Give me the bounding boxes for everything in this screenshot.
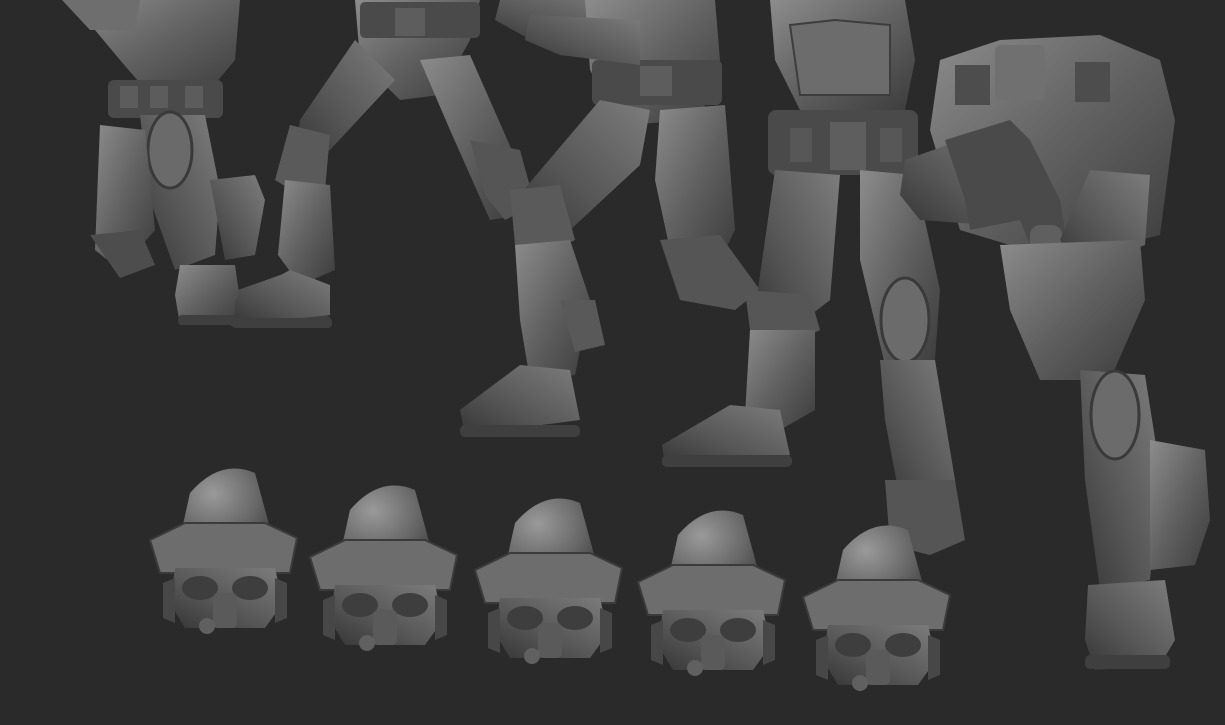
scout-helmet-1 xyxy=(148,468,299,634)
sculpt-scene xyxy=(62,0,1210,691)
scout-helmet-2 xyxy=(308,485,459,651)
3d-viewport[interactable] xyxy=(0,0,1225,725)
scout-helmet-3 xyxy=(473,498,624,664)
trooper-5 xyxy=(900,35,1210,670)
helmet-row xyxy=(148,468,952,691)
scout-helmet-4 xyxy=(636,510,787,676)
